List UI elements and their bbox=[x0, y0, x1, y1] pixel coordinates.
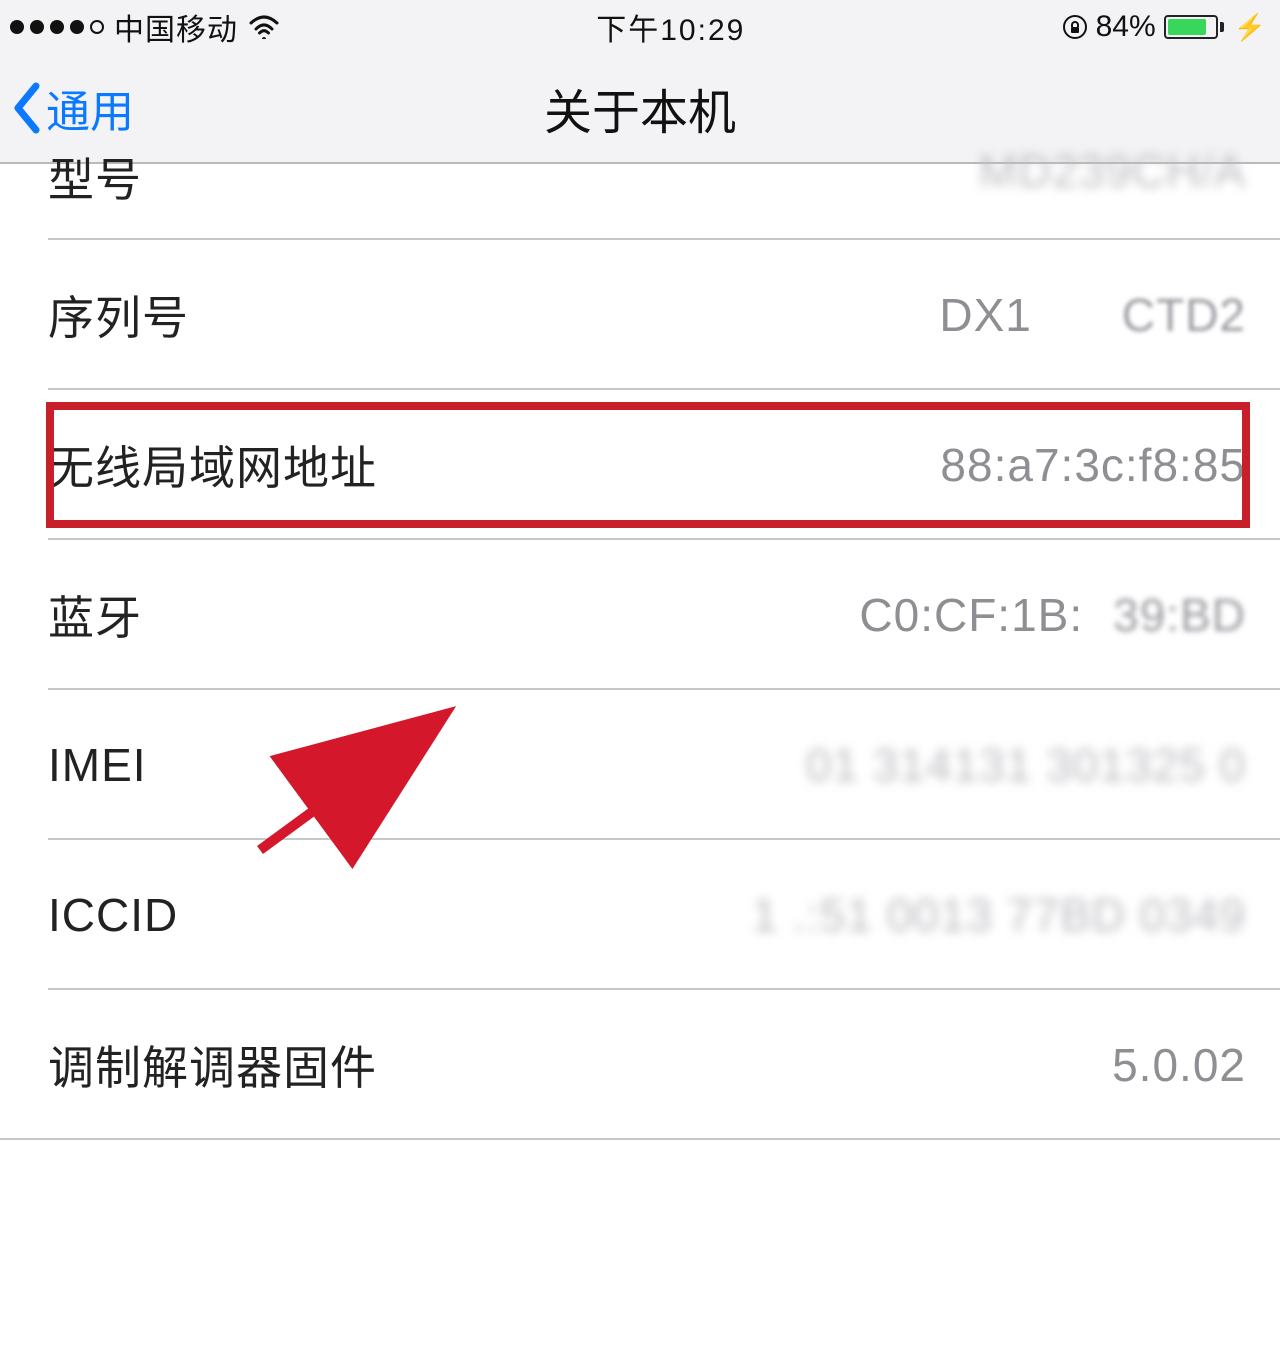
battery-fill bbox=[1168, 19, 1207, 35]
charging-icon: ⚡ bbox=[1234, 12, 1266, 43]
signal-strength-icon bbox=[10, 20, 104, 34]
status-left: 中国移动 bbox=[10, 5, 280, 49]
row-bluetooth[interactable]: 蓝牙 C0:CF:1B:39:BD bbox=[0, 540, 1280, 690]
row-label: ICCID bbox=[48, 888, 178, 942]
battery-percentage: 84% bbox=[1096, 10, 1156, 44]
row-label: 型号 bbox=[48, 144, 142, 210]
row-imei[interactable]: IMEI 01 314131 301325 0 bbox=[0, 690, 1280, 840]
row-value: 01 314131 301325 0 bbox=[806, 738, 1246, 792]
back-label: 通用 bbox=[46, 76, 134, 140]
row-model[interactable]: 型号 MD239CH/A bbox=[0, 164, 1280, 240]
row-value: 5.0.02 bbox=[1112, 1038, 1246, 1092]
row-value: MD239CH/A bbox=[979, 144, 1246, 198]
back-button[interactable]: 通用 bbox=[0, 76, 134, 140]
row-label: 序列号 bbox=[48, 282, 189, 348]
chevron-left-icon bbox=[12, 82, 42, 134]
row-label: 无线局域网地址 bbox=[48, 432, 377, 498]
row-label: 蓝牙 bbox=[48, 582, 142, 648]
row-modem-firmware[interactable]: 调制解调器固件 5.0.02 bbox=[0, 990, 1280, 1140]
row-serial[interactable]: 序列号 DX1CTD2 bbox=[0, 240, 1280, 390]
row-wlan-address[interactable]: 无线局域网地址 88:a7:3c:f8:85 bbox=[0, 390, 1280, 540]
status-bar: 中国移动 下午10:29 84% bbox=[0, 0, 1280, 54]
row-value: DX1CTD2 bbox=[939, 288, 1246, 342]
row-iccid[interactable]: ICCID 1 .:51 0013 77BD 0349 bbox=[0, 840, 1280, 990]
orientation-lock-icon bbox=[1062, 14, 1088, 40]
row-label: 调制解调器固件 bbox=[48, 1032, 377, 1098]
row-label: IMEI bbox=[48, 738, 147, 792]
status-right: 84% ⚡ bbox=[1062, 10, 1266, 44]
about-list: 型号 MD239CH/A 序列号 DX1CTD2 无线局域网地址 88:a7:3… bbox=[0, 164, 1280, 1352]
row-value: C0:CF:1B:39:BD bbox=[859, 588, 1246, 642]
status-time: 下午10:29 bbox=[596, 5, 745, 49]
row-value: 88:a7:3c:f8:85 bbox=[940, 438, 1246, 492]
row-value: 1 .:51 0013 77BD 0349 bbox=[752, 888, 1246, 942]
page-title: 关于本机 bbox=[0, 73, 1280, 143]
battery-icon bbox=[1164, 15, 1224, 39]
wifi-icon bbox=[248, 15, 280, 39]
carrier-label: 中国移动 bbox=[114, 5, 238, 49]
